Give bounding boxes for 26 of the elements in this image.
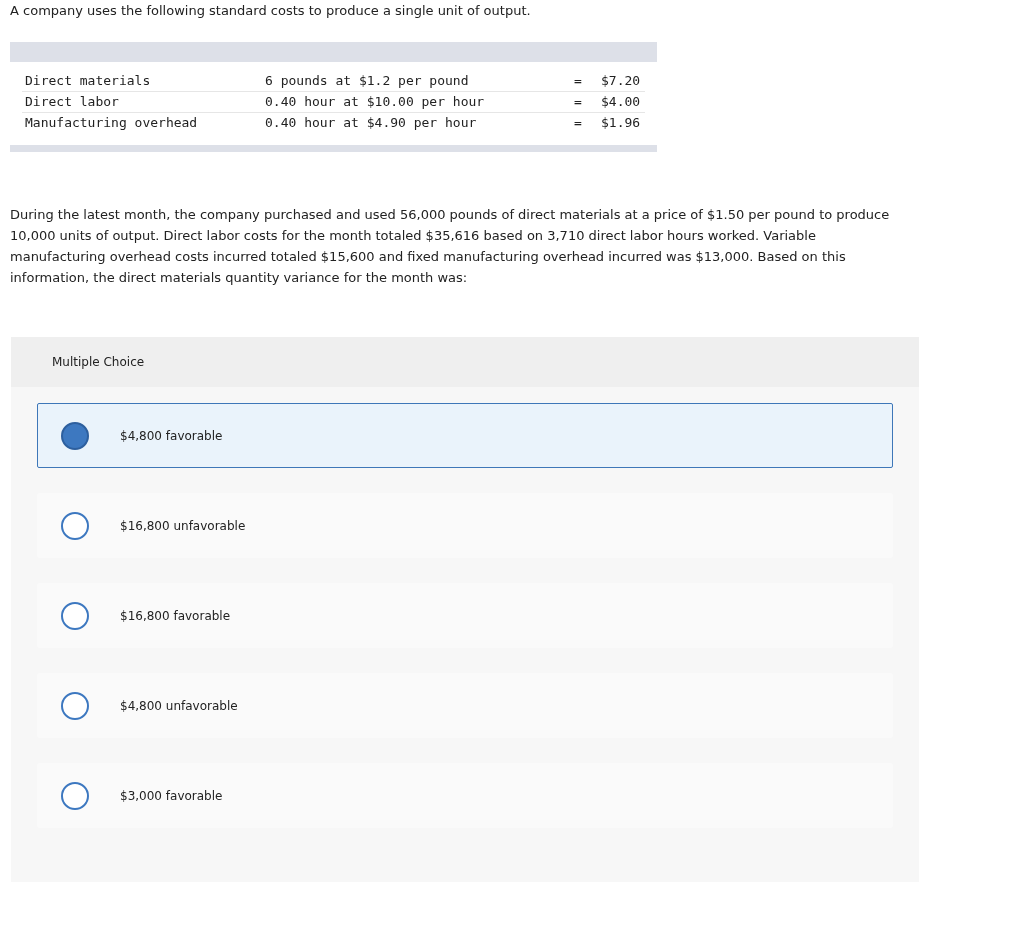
table-cell-text: 0.40 hour at $10.00 per hour xyxy=(265,93,486,111)
table-cell-text: $7.20 xyxy=(601,72,641,90)
option-label: $3,000 favorable xyxy=(120,787,223,805)
radio-button[interactable] xyxy=(61,691,89,720)
option-label: $4,800 unfavorable xyxy=(120,697,238,715)
table-cell-text: 6 pounds at $1.2 per pound xyxy=(265,72,470,90)
radio-button[interactable] xyxy=(61,781,89,810)
radio-button[interactable] xyxy=(61,511,89,540)
question-intro: A company uses the following standard costs to produce a single unit of output. xyxy=(10,2,532,20)
answer-option[interactable]: $4,800 favorable xyxy=(37,403,893,468)
radio-button[interactable] xyxy=(61,421,89,450)
option-label: $4,800 favorable xyxy=(120,427,223,445)
panel-heading: Multiple Choice xyxy=(52,354,145,371)
radio-button[interactable] xyxy=(61,601,89,630)
table-cell-text: = xyxy=(574,114,583,132)
table-cell-text: $1.96 xyxy=(601,114,641,132)
option-label: $16,800 unfavorable xyxy=(120,517,246,535)
question-text: During the latest month, the company purchased and used 56,000 pounds of direct materials at a price of $1.50 per pound to produce 10,000 units of output. Direct labor costs for the month totaled $35,616 based on 3,710 direct labor hours worked. Variable manufacturing overhead costs incurred totaled $15,600 and fixed manufacturing overhead incurred was $13,000. Based on this information, the direct materials quantity variance for the month was: xyxy=(10,206,891,287)
table-cell-text: 0.40 hour at $4.90 per hour xyxy=(265,114,478,132)
table-cell-text: Direct materials xyxy=(24,72,152,90)
option-label: $16,800 favorable xyxy=(120,607,231,625)
table-cell-text: Manufacturing overhead xyxy=(24,114,199,132)
table-cell-text: $4.00 xyxy=(601,93,641,111)
table-cell-text: Direct labor xyxy=(24,93,120,111)
table-cell-text: = xyxy=(574,93,583,111)
table-cell-text: = xyxy=(574,72,583,90)
